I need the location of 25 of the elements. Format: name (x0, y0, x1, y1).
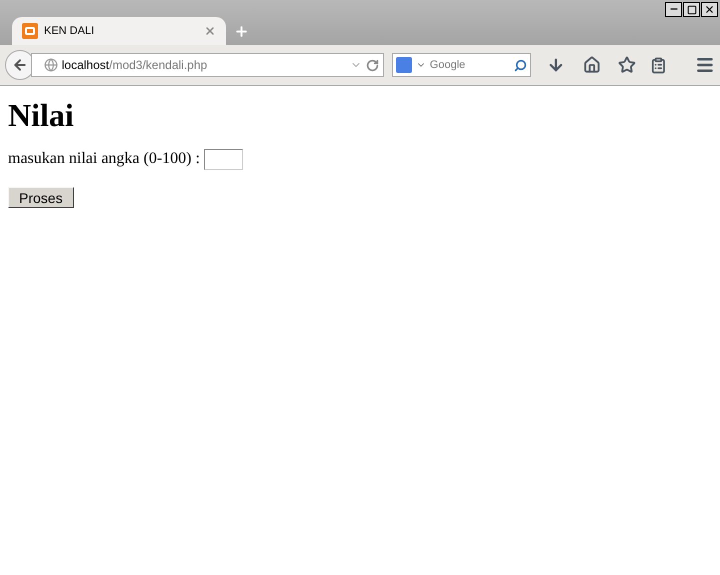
url-text: localhost/mod3/kendali.php (62, 57, 208, 74)
search-field[interactable]: Google (430, 56, 510, 74)
download-icon[interactable] (546, 56, 565, 74)
browser-tab[interactable]: KEN DALI (12, 17, 226, 45)
search-icon[interactable] (514, 58, 527, 72)
input-field[interactable] (204, 148, 243, 170)
home-icon[interactable] (582, 56, 600, 74)
menu-icon[interactable] (695, 55, 715, 75)
maximize-button[interactable] (683, 2, 700, 17)
minimize-button[interactable] (665, 2, 682, 17)
globe-icon (44, 58, 58, 72)
reload-icon[interactable] (366, 58, 379, 72)
app-icon (22, 23, 38, 39)
clipboard-icon[interactable] (650, 56, 668, 74)
page-heading: Nilai (8, 96, 75, 135)
address-bar[interactable]: localhost/mod3/kendali.php (30, 53, 384, 77)
close-button[interactable] (701, 2, 718, 17)
input-label: masukan nilai angka (0-100) : (8, 149, 200, 169)
tab-title: KEN DALI (44, 24, 96, 39)
close-icon (704, 4, 715, 15)
search-bar[interactable]: Google (392, 53, 531, 77)
maximize-icon (686, 4, 696, 14)
close-icon[interactable] (204, 25, 216, 37)
submit-button[interactable]: Proses (8, 187, 74, 208)
bookmark-star-icon[interactable] (618, 56, 636, 74)
